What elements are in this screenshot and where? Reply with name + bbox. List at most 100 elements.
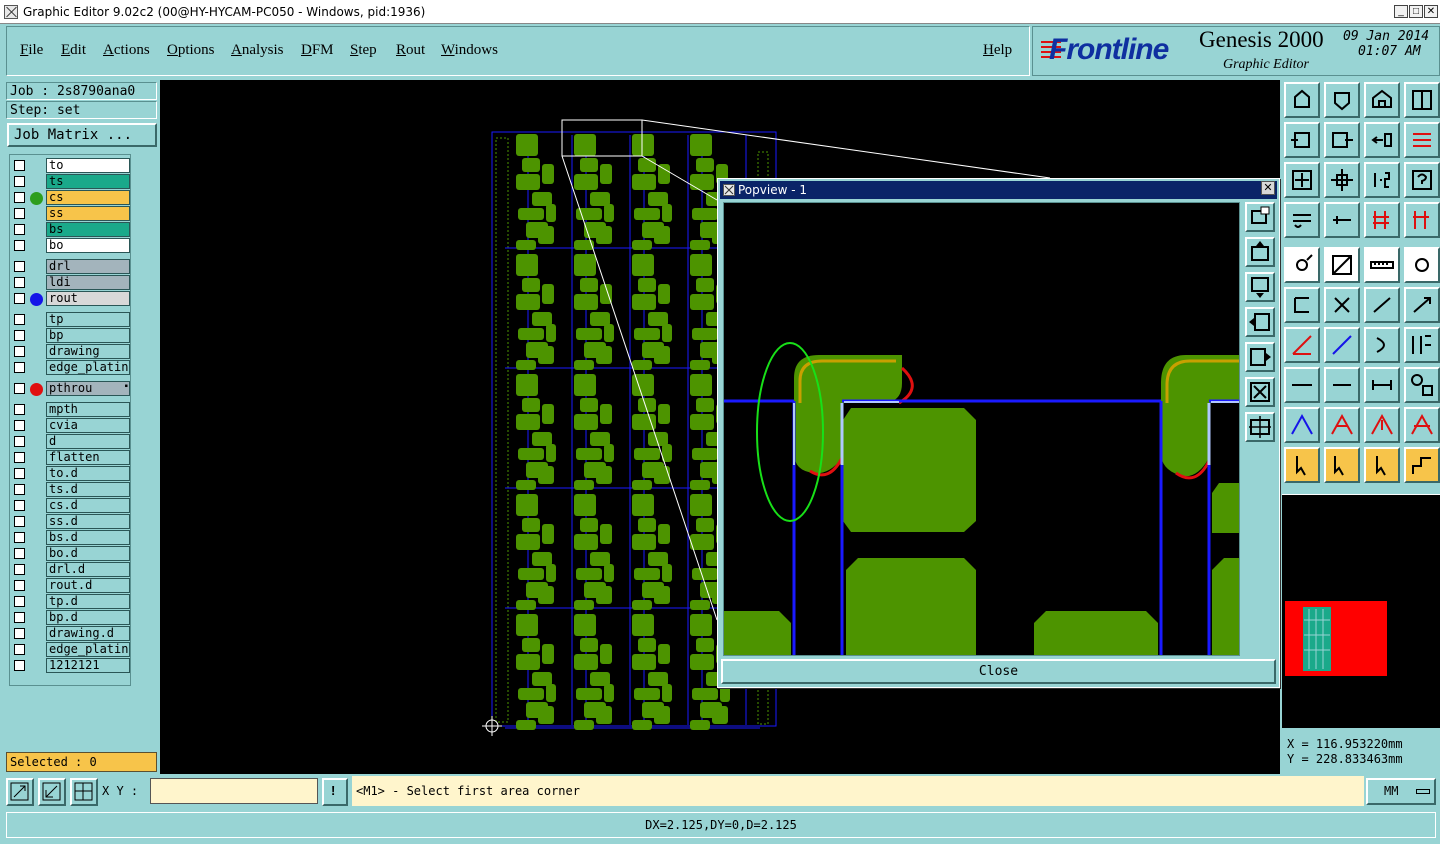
menu-actions[interactable]: Actions — [103, 42, 150, 59]
home-down-icon[interactable] — [1324, 82, 1360, 118]
layer-row-cs-d[interactable]: cs.d — [13, 498, 130, 513]
job-matrix-button[interactable]: Job Matrix ... — [7, 123, 157, 147]
layer-checkbox[interactable] — [14, 176, 25, 187]
menu-analysis[interactable]: Analysis — [231, 42, 284, 59]
layer-row-drawing[interactable]: drawing — [13, 344, 130, 359]
triangle-dim-icon[interactable] — [1404, 407, 1440, 443]
layer-name[interactable]: ss — [46, 206, 130, 221]
layer-checkbox[interactable] — [14, 612, 25, 623]
layer-name[interactable]: ts.d — [46, 482, 130, 497]
layer-checkbox[interactable] — [14, 346, 25, 357]
snap-mode-icon[interactable] — [6, 778, 34, 806]
zoom-home-icon[interactable] — [1324, 162, 1360, 198]
layer-name[interactable]: bo — [46, 238, 130, 253]
maximize-button[interactable]: □ — [1409, 5, 1423, 18]
popview-pan-up-icon[interactable] — [1245, 237, 1275, 267]
layer-checkbox[interactable] — [14, 261, 25, 272]
shapes-icon[interactable] — [1404, 367, 1440, 403]
menu-step[interactable]: Step — [350, 42, 377, 59]
dimension-icon[interactable] — [1364, 367, 1400, 403]
line-arrow-icon[interactable] — [1404, 287, 1440, 323]
layer-row-ss-d[interactable]: ss.d — [13, 514, 130, 529]
layer-row-bo[interactable]: bo — [13, 238, 130, 253]
layer-row-drl[interactable]: drl — [13, 259, 130, 274]
line-dots-icon[interactable] — [1364, 287, 1400, 323]
layer-name[interactable]: 1212121 — [46, 658, 130, 673]
overview-map[interactable] — [1282, 495, 1440, 729]
help-icon[interactable] — [1404, 162, 1440, 198]
triangle-icon[interactable] — [1284, 407, 1320, 443]
layer-row-ldi[interactable]: ldi — [13, 275, 130, 290]
popview-pan-right-icon[interactable] — [1245, 342, 1275, 372]
select-area-icon[interactable] — [1324, 447, 1360, 483]
menu-options[interactable]: Options — [167, 42, 215, 59]
layer-row-drawing-d[interactable]: drawing.d — [13, 626, 130, 641]
zoom-ratio-icon[interactable] — [1364, 162, 1400, 198]
layer-row-drl-d[interactable]: drl.d — [13, 562, 130, 577]
layer-checkbox[interactable] — [14, 208, 25, 219]
layer-red-alt-icon[interactable] — [1404, 202, 1440, 238]
layer-checkbox[interactable] — [14, 383, 25, 394]
layer-name[interactable]: edge_plating.d — [46, 642, 130, 657]
snap-settings-icon[interactable] — [1284, 202, 1320, 238]
layer-row-flatten[interactable]: flatten — [13, 450, 130, 465]
layer-name[interactable]: bs — [46, 222, 130, 237]
layer-checkbox[interactable] — [14, 314, 25, 325]
layer-name[interactable]: cvia — [46, 418, 130, 433]
popview-zoom-icon[interactable] — [1245, 202, 1275, 232]
layer-row-bs[interactable]: bs — [13, 222, 130, 237]
popview-canvas[interactable] — [723, 202, 1240, 656]
layer-row-to[interactable]: to — [13, 158, 130, 173]
net-connect-icon[interactable] — [1284, 287, 1320, 323]
menu-dfm[interactable]: DFM — [301, 42, 334, 59]
angle-line-icon[interactable] — [1284, 327, 1320, 363]
popview-zoom-in-icon[interactable] — [1245, 377, 1275, 407]
layer-name[interactable]: flatten — [46, 450, 130, 465]
move-right-icon[interactable] — [1324, 122, 1360, 158]
layer-row-cvia[interactable]: cvia — [13, 418, 130, 433]
draw-shape-icon[interactable] — [1324, 247, 1360, 283]
layer-checkbox[interactable] — [14, 564, 25, 575]
layer-checkbox[interactable] — [14, 644, 25, 655]
layer-row-mpth[interactable]: mpth — [13, 402, 130, 417]
add-pad-icon[interactable] — [1284, 247, 1320, 283]
popview-zoom-view[interactable] — [724, 203, 1240, 656]
diag-line-icon[interactable] — [1324, 327, 1360, 363]
layer-name[interactable]: bs.d — [46, 530, 130, 545]
layer-checkbox[interactable] — [14, 628, 25, 639]
layer-checkbox[interactable] — [14, 420, 25, 431]
horiz-line-icon[interactable] — [1284, 367, 1320, 403]
layer-row-bo-d[interactable]: bo.d — [13, 546, 130, 561]
dot-icon[interactable] — [1404, 247, 1440, 283]
popview-zoom-out-icon[interactable] — [1245, 412, 1275, 442]
layer-name[interactable]: bo.d — [46, 546, 130, 561]
layer-row-ts[interactable]: ts — [13, 174, 130, 189]
layer-row-to-d[interactable]: to.d — [13, 466, 130, 481]
popview-pan-left-icon[interactable] — [1245, 307, 1275, 337]
layer-checkbox[interactable] — [14, 468, 25, 479]
window-split-icon[interactable] — [1404, 82, 1440, 118]
minus-line-icon[interactable] — [1324, 367, 1360, 403]
layer-row-bp-d[interactable]: bp.d — [13, 610, 130, 625]
triangle-up-icon[interactable] — [1364, 407, 1400, 443]
grid-mode-icon[interactable] — [70, 778, 98, 806]
layer-name[interactable]: mpth — [46, 402, 130, 417]
measure-mode-icon[interactable] — [38, 778, 66, 806]
menu-help[interactable]: Help — [983, 42, 1012, 59]
zoom-fit-icon[interactable] — [1284, 162, 1320, 198]
units-selector[interactable]: MM — [1366, 778, 1436, 805]
layer-row-bs-d[interactable]: bs.d — [13, 530, 130, 545]
layer-checkbox[interactable] — [14, 293, 25, 304]
layer-checkbox[interactable] — [14, 452, 25, 463]
layer-checkbox[interactable] — [14, 404, 25, 415]
ruler-icon[interactable] — [1364, 247, 1400, 283]
layer-name[interactable]: d — [46, 434, 130, 449]
layer-row-d[interactable]: d — [13, 434, 130, 449]
popview-close-button[interactable]: Close — [721, 659, 1276, 684]
layer-name[interactable]: drawing.d — [46, 626, 130, 641]
menu-file[interactable]: File — [20, 42, 43, 59]
layer-row-cs[interactable]: cs — [13, 190, 130, 205]
layer-checkbox[interactable] — [14, 484, 25, 495]
layer-row-rout[interactable]: rout — [13, 291, 130, 306]
layer-name[interactable]: to — [46, 158, 130, 173]
